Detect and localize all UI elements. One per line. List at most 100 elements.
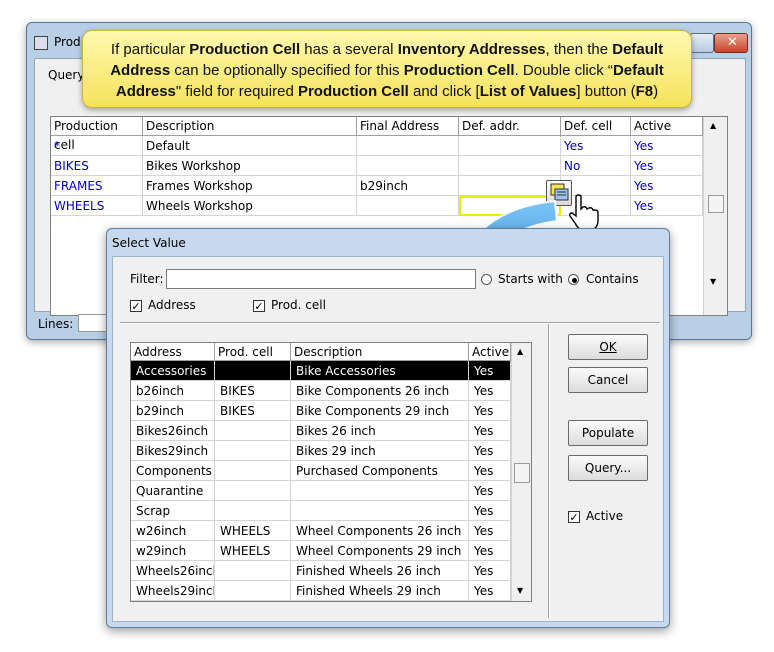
table-cell: Bike Accessories: [291, 361, 469, 381]
table-cell: Finished Wheels 26 inch: [291, 561, 469, 581]
contains-radio[interactable]: [568, 274, 579, 285]
dialog-title: Select Value: [112, 236, 186, 250]
table-cell: [291, 501, 469, 521]
scroll-thumb[interactable]: [708, 195, 724, 213]
table-cell: w29inch: [131, 541, 215, 561]
filter-input[interactable]: [166, 269, 476, 289]
col-description[interactable]: Description: [143, 117, 357, 136]
callout-text: " field for required: [175, 83, 298, 100]
app-icon: [34, 36, 48, 50]
table-cell: Yes: [469, 581, 511, 601]
query-button[interactable]: Query...: [568, 455, 648, 481]
table-cell: Yes: [469, 461, 511, 481]
table-cell: Yes: [469, 521, 511, 541]
scroll-down-icon[interactable]: ▼: [710, 277, 716, 286]
callout-text: ] button (: [576, 83, 636, 100]
table-cell: Wheel Components 29 inch: [291, 541, 469, 561]
table-cell: BIKES: [215, 381, 291, 401]
table-cell: Yes: [469, 421, 511, 441]
close-button[interactable]: ✕: [714, 33, 748, 53]
populate-button[interactable]: Populate: [568, 420, 648, 446]
table-cell: Yes: [469, 361, 511, 381]
starts-with-radio[interactable]: [481, 274, 492, 285]
scroll-up-icon[interactable]: ▲: [710, 121, 716, 130]
scroll-thumb[interactable]: [514, 463, 530, 483]
lines-label: Lines:: [38, 317, 74, 331]
close-icon: ✕: [727, 35, 738, 50]
address-checkbox[interactable]: ✓: [130, 300, 142, 312]
col-def-addr[interactable]: Def. addr.: [459, 117, 561, 136]
scroll-down-icon[interactable]: ▼: [517, 586, 523, 595]
table-cell: Wheels26inch: [131, 561, 215, 581]
table-cell: Yes: [469, 481, 511, 501]
values-grid[interactable]: Address Prod. cell Description Active Ac…: [130, 342, 532, 602]
table-cell: WHEELS: [215, 521, 291, 541]
table-cell: [291, 481, 469, 501]
table-cell: [215, 441, 291, 461]
col-address[interactable]: Address: [131, 343, 215, 361]
table-cell: Bike Components 29 inch: [291, 401, 469, 421]
table-cell: Accessories: [131, 361, 215, 381]
col-active[interactable]: Active: [631, 117, 703, 136]
table-cell: Scrap: [131, 501, 215, 521]
window-title: Prod: [54, 35, 81, 49]
table-cell: [215, 561, 291, 581]
callout-bold-text: Production Cell: [189, 41, 301, 58]
table-cell: [215, 421, 291, 441]
callout-text: can be optionally specified for this: [170, 62, 404, 79]
table-cell: Finished Wheels 29 inch: [291, 581, 469, 601]
table-cell: Wheel Components 26 inch: [291, 521, 469, 541]
table-cell: Yes: [469, 401, 511, 421]
table-cell: Yes: [469, 501, 511, 521]
table-cell: Wheels29inch: [131, 581, 215, 601]
filter-label: Filter:: [130, 272, 164, 286]
col-def-cell[interactable]: Def. cell: [561, 117, 631, 136]
table-cell: Yes: [469, 441, 511, 461]
ok-button[interactable]: OK: [568, 334, 648, 360]
callout-bold-text: Production Cell: [297, 83, 409, 100]
instruction-callout: If particular Production Cell has a seve…: [82, 30, 692, 108]
table-cell: [215, 481, 291, 501]
table-cell: Quarantine: [131, 481, 215, 501]
active-checkbox-label: Active: [586, 509, 624, 523]
col-description[interactable]: Description: [291, 343, 469, 361]
callout-text: and click [: [408, 83, 480, 100]
values-scrollbar[interactable]: ▲ ▼: [511, 343, 531, 601]
table-cell: b26inch: [131, 381, 215, 401]
table-cell: Yes: [469, 541, 511, 561]
table-cell: Bikes29inch: [131, 441, 215, 461]
grid-scrollbar[interactable]: ▲ ▼: [703, 117, 727, 315]
table-cell: [215, 581, 291, 601]
col-prod-cell[interactable]: Prod. cell: [215, 343, 291, 361]
callout-bold-text: Inventory Addresses: [397, 41, 546, 58]
table-cell: Bikes 26 inch: [291, 421, 469, 441]
table-cell: w26inch: [131, 521, 215, 541]
table-cell: Components: [131, 461, 215, 481]
table-cell: WHEELS: [215, 541, 291, 561]
table-cell: BIKES: [215, 401, 291, 421]
table-cell: [215, 361, 291, 381]
callout-bold-text: List of Values: [479, 83, 577, 100]
callout-text: . Double click “: [514, 62, 613, 79]
table-cell: Yes: [469, 561, 511, 581]
address-checkbox-label: Address: [148, 298, 196, 312]
callout-text: ): [653, 83, 659, 100]
table-cell: Bikes 29 inch: [291, 441, 469, 461]
callout-text: has a several: [300, 41, 398, 58]
lines-count-field: [78, 314, 108, 332]
col-production-cell[interactable]: Production cell: [51, 117, 143, 152]
active-checkbox[interactable]: ✓: [568, 511, 580, 523]
callout-bold-text: F8: [635, 83, 654, 100]
cancel-button[interactable]: Cancel: [568, 367, 648, 393]
table-cell: [215, 461, 291, 481]
contains-label: Contains: [586, 272, 639, 286]
col-active[interactable]: Active: [469, 343, 511, 361]
col-final-address[interactable]: Final Address: [357, 117, 459, 136]
callout-text: , then the: [545, 41, 613, 58]
table-cell: Bike Components 26 inch: [291, 381, 469, 401]
callout-text: If particular: [110, 41, 190, 58]
table-cell: [215, 501, 291, 521]
prod-cell-checkbox[interactable]: ✓: [253, 300, 265, 312]
maximize-button[interactable]: [690, 33, 714, 53]
scroll-up-icon[interactable]: ▲: [517, 347, 523, 356]
